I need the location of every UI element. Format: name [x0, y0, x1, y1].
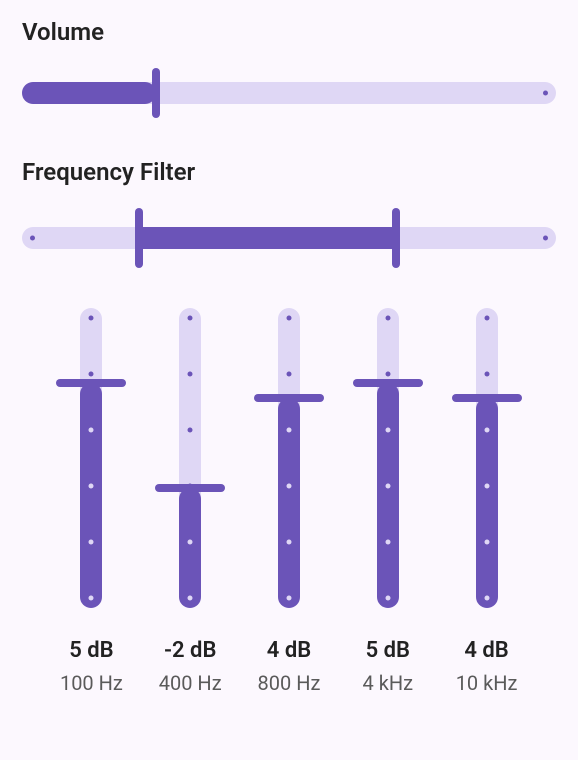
eq-slider[interactable]: [254, 308, 324, 608]
eq-band: [150, 308, 230, 608]
eq-tick-dot-icon: [89, 596, 94, 601]
frequency-title: Frequency Filter: [22, 158, 556, 186]
track-end-dot-icon: [30, 236, 35, 241]
eq-tick-dot-icon: [484, 372, 489, 377]
eq-tick-dot-icon: [286, 372, 291, 377]
eq-fill: [80, 383, 102, 608]
eq-tick-dot-icon: [89, 316, 94, 321]
track-end-dot-icon: [543, 236, 548, 241]
frequency-fill: [139, 227, 395, 249]
eq-tick-dot-icon: [484, 540, 489, 545]
eq-tick-dot-icon: [385, 596, 390, 601]
eq-tick-dot-icon: [188, 540, 193, 545]
eq-tick-dot-icon: [89, 484, 94, 489]
track-end-dot-icon: [543, 91, 548, 96]
eq-tick-dot-icon: [484, 484, 489, 489]
eq-band: [51, 308, 131, 608]
eq-tick-dot-icon: [385, 428, 390, 433]
eq-tick-dot-icon: [89, 372, 94, 377]
eq-thumb[interactable]: [56, 379, 126, 387]
eq-db-label: 4 dB: [447, 638, 527, 663]
eq-tick-dot-icon: [89, 540, 94, 545]
eq-tick-dot-icon: [188, 484, 193, 489]
eq-tick-dot-icon: [286, 596, 291, 601]
eq-label-col: 4 dB 800 Hz: [249, 638, 329, 695]
eq-freq-label: 800 Hz: [249, 671, 329, 695]
eq-label-col: -2 dB 400 Hz: [150, 638, 230, 695]
eq-thumb[interactable]: [254, 394, 324, 402]
volume-slider[interactable]: [22, 68, 556, 118]
eq-tick-dot-icon: [188, 596, 193, 601]
eq-tick-dot-icon: [484, 596, 489, 601]
eq-freq-label: 100 Hz: [51, 671, 131, 695]
eq-slider[interactable]: [56, 308, 126, 608]
eq-tick-dot-icon: [286, 484, 291, 489]
eq-thumb[interactable]: [452, 394, 522, 402]
eq-tick-dot-icon: [385, 316, 390, 321]
eq-db-label: 5 dB: [348, 638, 428, 663]
eq-label-col: 5 dB 100 Hz: [51, 638, 131, 695]
equalizer-labels-row: 5 dB 100 Hz -2 dB 400 Hz 4 dB 800 Hz 5 dB 4 kHz…: [22, 638, 556, 695]
eq-tick-dot-icon: [385, 372, 390, 377]
equalizer-row: [22, 308, 556, 608]
volume-fill: [22, 82, 156, 104]
eq-tick-dot-icon: [188, 428, 193, 433]
eq-tick-dot-icon: [286, 316, 291, 321]
eq-tick-dot-icon: [484, 316, 489, 321]
eq-tick-dot-icon: [89, 428, 94, 433]
eq-tick-dot-icon: [385, 484, 390, 489]
eq-tick-dot-icon: [188, 372, 193, 377]
eq-db-label: 4 dB: [249, 638, 329, 663]
eq-slider[interactable]: [353, 308, 423, 608]
volume-title: Volume: [22, 18, 556, 46]
eq-band: [447, 308, 527, 608]
eq-tick-dot-icon: [286, 540, 291, 545]
eq-label-col: 5 dB 4 kHz: [348, 638, 428, 695]
eq-band: [348, 308, 428, 608]
eq-slider[interactable]: [155, 308, 225, 608]
eq-db-label: -2 dB: [150, 638, 230, 663]
eq-tick-dot-icon: [188, 316, 193, 321]
eq-fill: [377, 383, 399, 608]
eq-db-label: 5 dB: [51, 638, 131, 663]
frequency-thumb-low[interactable]: [135, 208, 143, 268]
eq-freq-label: 400 Hz: [150, 671, 230, 695]
eq-slider[interactable]: [452, 308, 522, 608]
eq-fill: [179, 488, 201, 608]
eq-band: [249, 308, 329, 608]
eq-tick-dot-icon: [286, 428, 291, 433]
frequency-thumb-high[interactable]: [392, 208, 400, 268]
eq-freq-label: 10 kHz: [447, 671, 527, 695]
eq-label-col: 4 dB 10 kHz: [447, 638, 527, 695]
eq-tick-dot-icon: [385, 540, 390, 545]
frequency-range-slider[interactable]: [22, 208, 556, 268]
eq-tick-dot-icon: [484, 428, 489, 433]
volume-thumb[interactable]: [152, 68, 160, 118]
eq-thumb[interactable]: [353, 379, 423, 387]
eq-freq-label: 4 kHz: [348, 671, 428, 695]
